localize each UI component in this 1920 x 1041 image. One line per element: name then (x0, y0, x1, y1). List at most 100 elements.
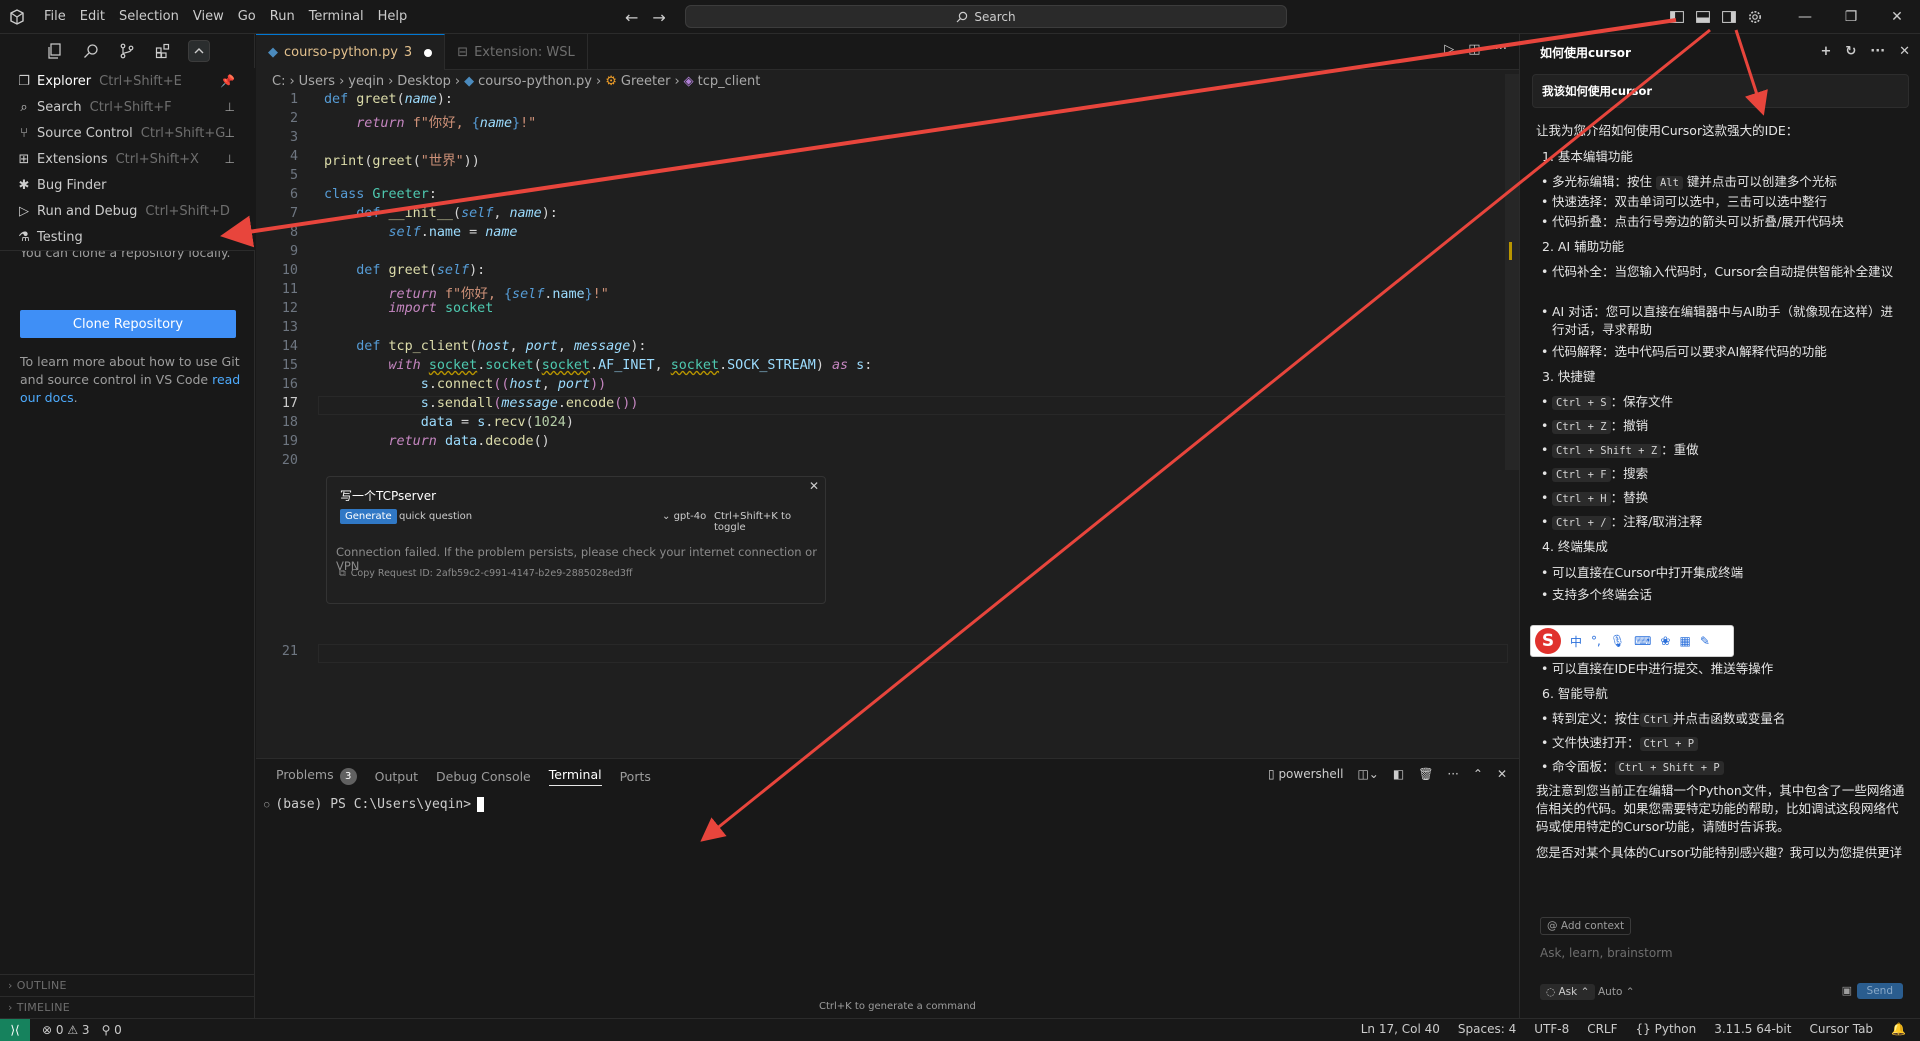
microphone-icon[interactable]: 🎙 (1610, 634, 1625, 648)
breadcrumb-item[interactable]: C: (272, 74, 285, 89)
problems-status[interactable]: ⊗ 0 ⚠ 3 (42, 1023, 90, 1037)
close-icon[interactable]: ✕ (1899, 44, 1910, 59)
sticker-icon[interactable]: ✎ (1700, 634, 1710, 648)
indentation[interactable]: Spaces: 4 (1458, 1022, 1516, 1036)
close-window-icon[interactable]: ✕ (1874, 0, 1920, 34)
tab-courso-python[interactable]: ◆ courso-python.py 3 (256, 34, 446, 70)
tab-problems[interactable]: Problems 3 (276, 767, 357, 785)
menu-terminal[interactable]: Terminal (303, 7, 370, 26)
run-icon[interactable]: ▷ (1444, 42, 1454, 57)
menu-view[interactable]: View (187, 7, 230, 26)
image-attach-icon[interactable]: ▣ (1842, 984, 1852, 997)
menu-run[interactable]: Run (264, 7, 301, 26)
pin-icon[interactable]: 📌 (220, 74, 235, 88)
new-chat-icon[interactable]: + (1820, 44, 1831, 59)
line-ending[interactable]: CRLF (1587, 1022, 1617, 1036)
more-actions-icon[interactable]: ··· (1495, 42, 1507, 57)
command-center-search[interactable]: Search (685, 5, 1287, 28)
more-actions-icon[interactable]: ··· (1870, 44, 1885, 59)
breadcrumb-item[interactable]: yeqin (348, 74, 384, 89)
tab-debug-console[interactable]: Debug Console (436, 769, 531, 784)
model-selector[interactable]: ⌄ gpt-4o (662, 511, 706, 522)
menu-item-testing[interactable]: ⚗ Testing (0, 224, 255, 250)
punctuation-icon[interactable]: °, (1591, 634, 1601, 648)
menu-item-run-and-debug[interactable]: ▷ Run and Debug Ctrl+Shift+D (0, 198, 255, 224)
unsaved-dot-icon[interactable] (424, 48, 433, 57)
breadcrumb-item[interactable]: tcp_client (698, 74, 761, 89)
scrollbar-track[interactable] (1505, 74, 1519, 470)
tab-terminal[interactable]: Terminal (548, 767, 602, 786)
bell-icon[interactable]: 🔔 (1891, 1022, 1906, 1036)
breadcrumb-item[interactable]: Users (299, 74, 335, 89)
explorer-files-icon[interactable] (44, 40, 66, 62)
pin-icon[interactable]: ⊥ (225, 126, 235, 140)
menu-item-extensions[interactable]: ⊞ Extensions Ctrl+Shift+X ⊥ (0, 146, 255, 172)
add-context-button[interactable]: @ Add context (1540, 917, 1632, 935)
restore-window-icon[interactable]: ❐ (1828, 0, 1874, 34)
breadcrumb-item[interactable]: courso-python.py (478, 74, 592, 89)
back-arrow-icon[interactable]: ← (625, 8, 638, 27)
toggle-primary-sidebar-icon[interactable] (1664, 4, 1690, 30)
sogou-logo-icon[interactable]: S (1535, 628, 1561, 654)
split-terminal-icon[interactable]: ◧ (1393, 767, 1404, 781)
breadcrumb-item[interactable]: Greeter (621, 74, 671, 89)
quick-question-button[interactable]: quick question (399, 511, 472, 522)
toggle-panel-icon[interactable] (1690, 4, 1716, 30)
cursor-position[interactable]: Ln 17, Col 40 (1361, 1022, 1440, 1036)
terminal-shell-selector[interactable]: ▯ powershell (1268, 767, 1343, 781)
encoding[interactable]: UTF-8 (1534, 1022, 1569, 1036)
chevron-up-icon[interactable] (188, 40, 210, 62)
pin-icon[interactable]: ⊥ (225, 100, 235, 114)
cursor-tab-status[interactable]: Cursor Tab (1809, 1022, 1873, 1036)
menu-item-search[interactable]: ⌕ Search Ctrl+Shift+F ⊥ (0, 94, 255, 120)
keyboard-icon[interactable]: ⌨ (1634, 634, 1651, 648)
menu-item-bug-finder[interactable]: ✱ Bug Finder (0, 172, 255, 198)
maximize-panel-icon[interactable]: ⌃ (1473, 767, 1483, 781)
copy-request-id[interactable]: ⧉ Copy Request ID: 2afb59c2-c991-4147-b2e… (339, 568, 632, 579)
settings-gear-icon[interactable] (1742, 4, 1768, 30)
tab-extension-wsl[interactable]: ⊟ Extension: WSL (445, 34, 588, 70)
python-interpreter[interactable]: 3.11.5 64-bit (1714, 1022, 1791, 1036)
remote-indicator-icon[interactable]: ⟩⟨ (0, 1018, 30, 1041)
ports-status[interactable]: ⚲ 0 (102, 1023, 122, 1037)
clone-repository-button[interactable]: Clone Repository (20, 310, 236, 338)
tab-ports[interactable]: Ports (620, 769, 651, 784)
minimize-window-icon[interactable]: — (1782, 0, 1828, 34)
toggle-secondary-sidebar-icon[interactable] (1716, 4, 1742, 30)
ask-mode-button[interactable]: ◌ Ask ⌃ (1540, 984, 1596, 1000)
split-editor-icon[interactable]: ◫ (1468, 42, 1480, 57)
more-actions-icon[interactable]: ··· (1447, 767, 1458, 781)
ime-chinese-mode[interactable]: 中 (1570, 633, 1582, 650)
history-icon[interactable]: ↻ (1845, 44, 1856, 59)
search-view-icon[interactable] (80, 40, 102, 62)
source-control-icon[interactable] (116, 40, 138, 62)
breadcrumb-item[interactable]: Desktop (397, 74, 451, 89)
menu-help[interactable]: Help (372, 7, 414, 26)
terminal-output[interactable]: ○ (base) PS C:\Users\yeqin> (264, 797, 485, 812)
timeline-section[interactable]: › TIMELINE (0, 996, 255, 1018)
model-auto-button[interactable]: Auto ⌃ (1598, 986, 1635, 998)
trash-icon[interactable]: 🗑 (1418, 767, 1433, 781)
send-button[interactable]: Send (1856, 983, 1903, 999)
new-terminal-split-icon[interactable]: ◫⌄ (1357, 767, 1378, 781)
close-panel-icon[interactable]: ✕ (1497, 767, 1507, 781)
outline-section[interactable]: › OUTLINE (0, 974, 255, 996)
menu-item-source-control[interactable]: ⑂ Source Control Ctrl+Shift+G ⊥ (0, 120, 255, 146)
extensions-icon[interactable] (152, 40, 174, 62)
menu-item-explorer[interactable]: ❐ Explorer Ctrl+Shift+E 📌 (0, 68, 255, 94)
inline-prompt-text[interactable]: 写一个TCPserver (340, 487, 436, 504)
chat-input[interactable]: Ask, learn, brainstorm (1540, 946, 1673, 960)
menu-file[interactable]: File (38, 7, 72, 26)
list-item: Ctrl + Z：撤销 (1541, 417, 1904, 435)
pin-icon[interactable]: ⊥ (225, 152, 235, 166)
toolbox-icon[interactable]: ▦ (1679, 634, 1690, 648)
menu-go[interactable]: Go (232, 7, 262, 26)
menu-selection[interactable]: Selection (113, 7, 185, 26)
skin-icon[interactable]: ❀ (1660, 634, 1670, 648)
menu-edit[interactable]: Edit (74, 7, 111, 26)
language-mode[interactable]: {} Python (1636, 1022, 1697, 1036)
generate-button[interactable]: Generate (340, 509, 397, 524)
forward-arrow-icon[interactable]: → (652, 8, 665, 27)
close-icon[interactable]: ✕ (809, 479, 819, 493)
tab-output[interactable]: Output (375, 769, 418, 784)
